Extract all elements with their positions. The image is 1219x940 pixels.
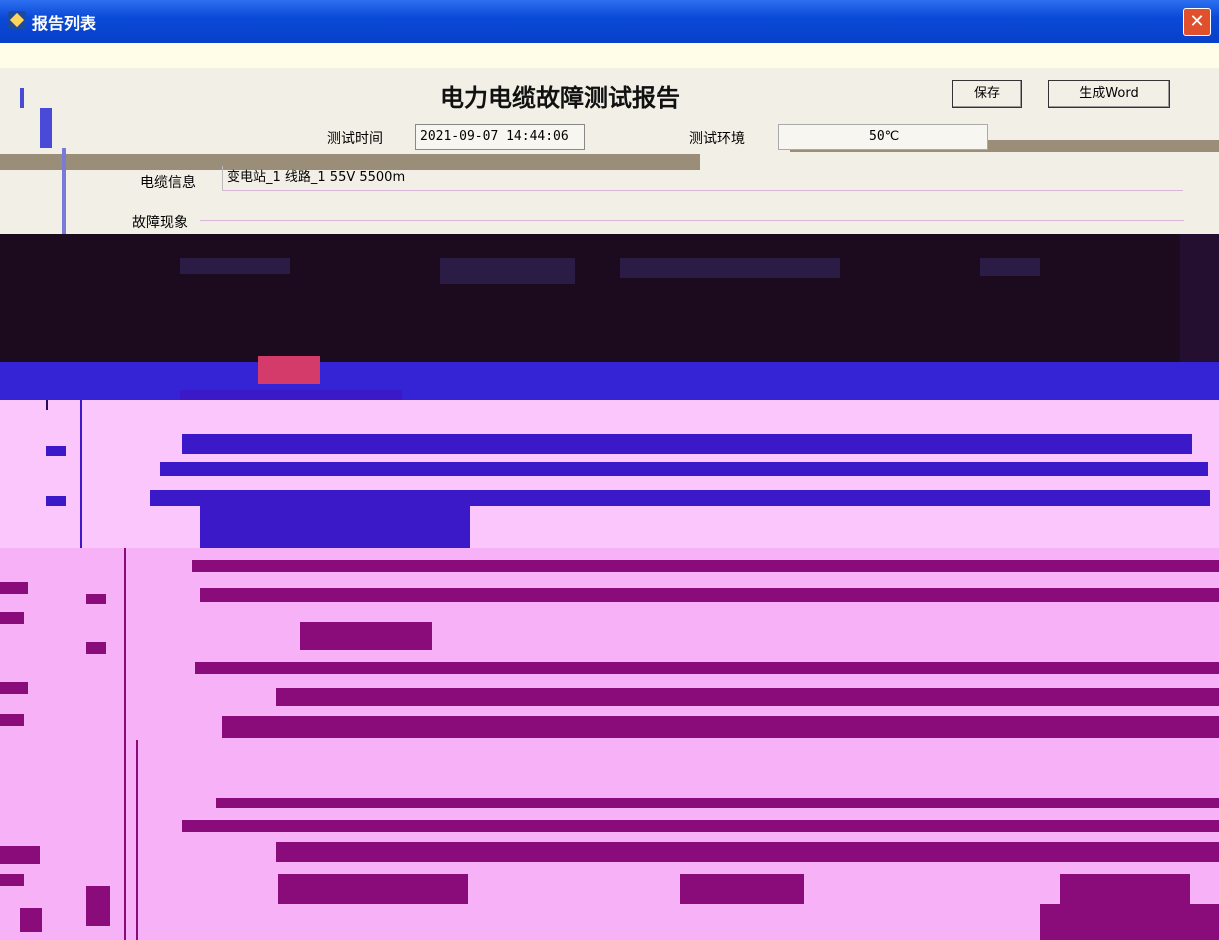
scroll-marker <box>20 88 24 108</box>
glitch-block <box>980 258 1040 276</box>
glitch-block <box>86 642 106 654</box>
glitch-block <box>200 504 470 550</box>
environment-label: 测试环境 <box>689 131 745 147</box>
glitch-block <box>620 258 840 278</box>
app-icon <box>8 11 26 29</box>
glitch-bar <box>276 688 1219 706</box>
cable-info-field[interactable]: 变电站_1 线路_1 55V 5500m <box>222 166 1183 191</box>
cable-info-label: 电缆信息 <box>140 175 196 191</box>
glitch-bar <box>276 842 1219 862</box>
glitch-block <box>1060 874 1190 904</box>
glitch-tick <box>46 400 48 410</box>
glitch-bar <box>192 560 1219 572</box>
glitch-block <box>258 356 320 384</box>
glitch-block <box>20 908 42 932</box>
glitch-bar <box>200 588 1219 602</box>
glitch-block <box>278 874 468 904</box>
glitch-block <box>46 496 66 506</box>
close-button[interactable]: ✕ <box>1183 8 1211 36</box>
report-title: 电力电缆故障测试报告 <box>440 83 680 112</box>
fault-description-area <box>0 234 1219 362</box>
save-button[interactable]: 保存 <box>952 80 1022 108</box>
toolbar-strip <box>0 43 1219 68</box>
generate-word-button[interactable]: 生成Word <box>1048 80 1170 108</box>
glitch-tick <box>124 548 126 940</box>
glitch-block <box>180 258 290 274</box>
glitch-block <box>0 682 28 694</box>
glitch-tick <box>136 740 138 940</box>
window-titlebar: 报告列表 ✕ <box>0 0 1219 43</box>
glitch-bar <box>222 716 1219 738</box>
glitch-block <box>0 612 24 624</box>
scroll-marker <box>62 148 66 234</box>
glitch-block <box>300 622 432 650</box>
test-time-label: 测试时间 <box>327 131 383 147</box>
environment-field[interactable]: 50℃ <box>778 124 988 150</box>
glitch-block <box>0 714 24 726</box>
glitch-bar <box>195 662 1219 674</box>
glitch-block <box>440 258 575 284</box>
environment-value: 50℃ <box>869 129 900 144</box>
glitch-block <box>46 446 66 456</box>
glitch-bar <box>216 798 1219 808</box>
fault-label: 故障现象 <box>132 215 188 231</box>
glitch-block <box>0 582 28 594</box>
test-time-field[interactable]: 2021-09-07 14:44:06 <box>415 124 585 150</box>
glitch-bar <box>182 820 1219 832</box>
glitch-block <box>0 846 40 864</box>
glitch-block <box>1040 904 1219 940</box>
fault-divider <box>200 220 1184 221</box>
window-title: 报告列表 <box>32 14 97 33</box>
glitch-block <box>0 874 24 886</box>
content-area-lower <box>0 548 1219 940</box>
glitch-block <box>86 594 106 604</box>
glitch-block <box>680 874 804 904</box>
glitch-bar <box>160 462 1208 476</box>
glitch-tick <box>80 400 82 548</box>
glitch-bar <box>182 434 1192 454</box>
scroll-marker <box>40 108 52 148</box>
glitch-block <box>1180 234 1219 362</box>
glitch-block <box>86 886 110 926</box>
